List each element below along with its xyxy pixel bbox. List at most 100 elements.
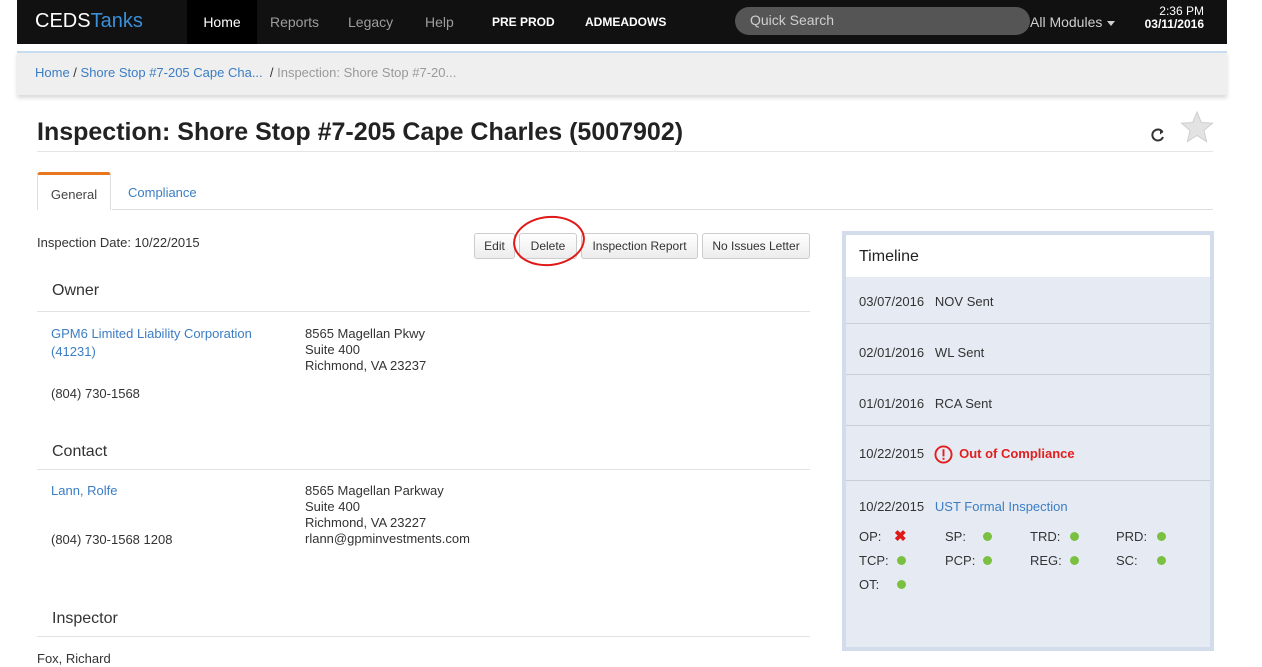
timeline-date: 10/22/2015 bbox=[859, 499, 925, 514]
ust-formal-inspection-link[interactable]: UST Formal Inspection bbox=[935, 499, 1068, 514]
timeline-label: NOV Sent bbox=[934, 294, 994, 309]
pass-dot-icon bbox=[897, 556, 906, 565]
breadcrumb-facility[interactable]: Shore Stop #7-205 Cape Cha... bbox=[81, 65, 263, 80]
contact-email: rlann@gpminvestments.com bbox=[305, 531, 470, 546]
nav-environment[interactable]: PRE PROD bbox=[492, 15, 555, 29]
page-title: Inspection: Shore Stop #7-205 Cape Charl… bbox=[37, 118, 684, 146]
owner-heading: Owner bbox=[52, 282, 100, 299]
nav-user[interactable]: ADMEADOWS bbox=[585, 15, 666, 29]
pass-dot-icon bbox=[983, 556, 992, 565]
status-pcp: PCP: bbox=[945, 553, 1025, 568]
status-ot: OT: bbox=[859, 577, 939, 592]
delete-button[interactable]: Delete bbox=[519, 233, 577, 259]
tabs-divider bbox=[112, 209, 1213, 210]
pass-dot-icon bbox=[1157, 556, 1166, 565]
status-trd: TRD: bbox=[1030, 529, 1110, 544]
timeline-item: 01/01/2016 RCA Sent bbox=[859, 396, 992, 411]
quick-search-input[interactable]: Quick Search bbox=[735, 7, 1030, 35]
breadcrumb-current: Inspection: Shore Stop #7-20... bbox=[277, 65, 457, 80]
contact-address-line1: 8565 Magellan Parkway bbox=[305, 483, 444, 498]
timeline-date: 03/07/2016 bbox=[859, 294, 925, 309]
timeline-date: 10/22/2015 bbox=[859, 445, 925, 461]
fail-x-icon: ✖ bbox=[894, 528, 907, 545]
timeline-item: 02/01/2016 WL Sent bbox=[859, 345, 984, 360]
out-of-compliance-label: Out of Compliance bbox=[959, 445, 1075, 461]
inspector-name: Fox, Richard bbox=[37, 651, 111, 666]
refresh-icon[interactable] bbox=[1150, 127, 1166, 143]
timeline-divider bbox=[846, 374, 1210, 375]
timeline-divider bbox=[846, 425, 1210, 426]
modules-dropdown[interactable]: All Modules bbox=[1030, 14, 1116, 30]
status-reg: REG: bbox=[1030, 553, 1110, 568]
status-prd: PRD: bbox=[1116, 529, 1196, 544]
edit-button[interactable]: Edit bbox=[474, 233, 515, 259]
brand-logo[interactable]: CEDSTanks bbox=[35, 10, 143, 33]
status-code: SP: bbox=[945, 529, 966, 544]
contact-address-line3: Richmond, VA 23227 bbox=[305, 515, 427, 530]
timeline-divider bbox=[846, 480, 1210, 481]
status-code: REG: bbox=[1030, 553, 1062, 568]
timeline-date: 02/01/2016 bbox=[859, 345, 925, 360]
breadcrumb: Home / Shore Stop #7-205 Cape Cha... / I… bbox=[17, 51, 1227, 95]
clock: 2:36 PM 03/11/2016 bbox=[1145, 5, 1204, 31]
star-icon[interactable] bbox=[1180, 110, 1214, 144]
status-code: TCP: bbox=[859, 553, 889, 568]
clock-date: 03/11/2016 bbox=[1144, 17, 1204, 31]
timeline-item: 10/22/2015 Out of Compliance bbox=[859, 445, 1075, 464]
breadcrumb-home[interactable]: Home bbox=[35, 65, 70, 80]
status-op: OP: ✖ bbox=[859, 528, 939, 545]
owner-address: 8565 Magellan Pkwy Suite 400 Richmond, V… bbox=[305, 326, 426, 374]
contact-address: 8565 Magellan Parkway Suite 400 Richmond… bbox=[305, 483, 470, 547]
timeline-divider bbox=[846, 323, 1210, 324]
pass-dot-icon bbox=[1070, 556, 1079, 565]
status-code: PCP: bbox=[945, 553, 976, 568]
owner-address-line1: 8565 Magellan Pkwy bbox=[305, 326, 425, 341]
title-divider bbox=[37, 151, 1213, 152]
brand-part1: CEDS bbox=[35, 10, 91, 32]
nav-help[interactable]: Help bbox=[425, 14, 454, 30]
modules-label: All Modules bbox=[1030, 14, 1103, 30]
owner-name: GPM6 Limited Liability Corporation bbox=[51, 326, 252, 341]
nav-legacy[interactable]: Legacy bbox=[348, 14, 393, 30]
pass-dot-icon bbox=[1157, 532, 1166, 541]
timeline-date: 01/01/2016 bbox=[859, 396, 925, 411]
timeline-heading: Timeline bbox=[846, 235, 1210, 277]
status-code: SC: bbox=[1116, 553, 1138, 568]
timeline-panel: Timeline 03/07/2016 NOV Sent 02/01/2016 … bbox=[842, 231, 1214, 651]
inspector-heading: Inspector bbox=[52, 610, 118, 627]
contact-phone: (804) 730-1568 1208 bbox=[51, 532, 173, 547]
no-issues-letter-button[interactable]: No Issues Letter bbox=[702, 233, 810, 259]
contact-divider bbox=[37, 469, 810, 470]
status-code: OT: bbox=[859, 577, 880, 592]
contact-name-link[interactable]: Lann, Rolfe bbox=[51, 483, 118, 499]
timeline-label: WL Sent bbox=[934, 345, 985, 360]
pass-dot-icon bbox=[897, 580, 906, 589]
timeline-label: RCA Sent bbox=[934, 396, 993, 411]
timeline-item: 10/22/2015 UST Formal Inspection bbox=[859, 499, 1068, 514]
nav-reports[interactable]: Reports bbox=[270, 14, 319, 30]
status-tcp: TCP: bbox=[859, 553, 939, 568]
status-code: TRD: bbox=[1030, 529, 1061, 544]
status-sp: SP: bbox=[945, 529, 1025, 544]
timeline-item: 03/07/2016 NOV Sent bbox=[859, 294, 993, 309]
status-sc: SC: bbox=[1116, 553, 1196, 568]
nav-home[interactable]: Home bbox=[187, 0, 257, 44]
tab-general[interactable]: General bbox=[37, 172, 111, 210]
pass-dot-icon bbox=[1070, 532, 1079, 541]
exclamation-circle-icon bbox=[934, 445, 953, 464]
breadcrumb-separator: / bbox=[262, 65, 278, 80]
pass-dot-icon bbox=[983, 532, 992, 541]
brand-part2: Tanks bbox=[90, 10, 143, 32]
owner-divider bbox=[37, 311, 810, 312]
inspection-date: Inspection Date: 10/22/2015 bbox=[37, 235, 200, 250]
status-code: OP: bbox=[859, 529, 882, 544]
status-code: PRD: bbox=[1116, 529, 1148, 544]
tab-compliance[interactable]: Compliance bbox=[128, 185, 197, 200]
inspection-report-button[interactable]: Inspection Report bbox=[581, 233, 698, 259]
search-placeholder: Quick Search bbox=[750, 12, 835, 28]
owner-address-line2: Suite 400 bbox=[305, 342, 360, 357]
contact-heading: Contact bbox=[52, 443, 108, 460]
owner-address-line3: Richmond, VA 23237 bbox=[305, 358, 427, 373]
owner-link[interactable]: GPM6 Limited Liability Corporation (4123… bbox=[51, 326, 252, 360]
owner-id: (41231) bbox=[51, 344, 96, 359]
